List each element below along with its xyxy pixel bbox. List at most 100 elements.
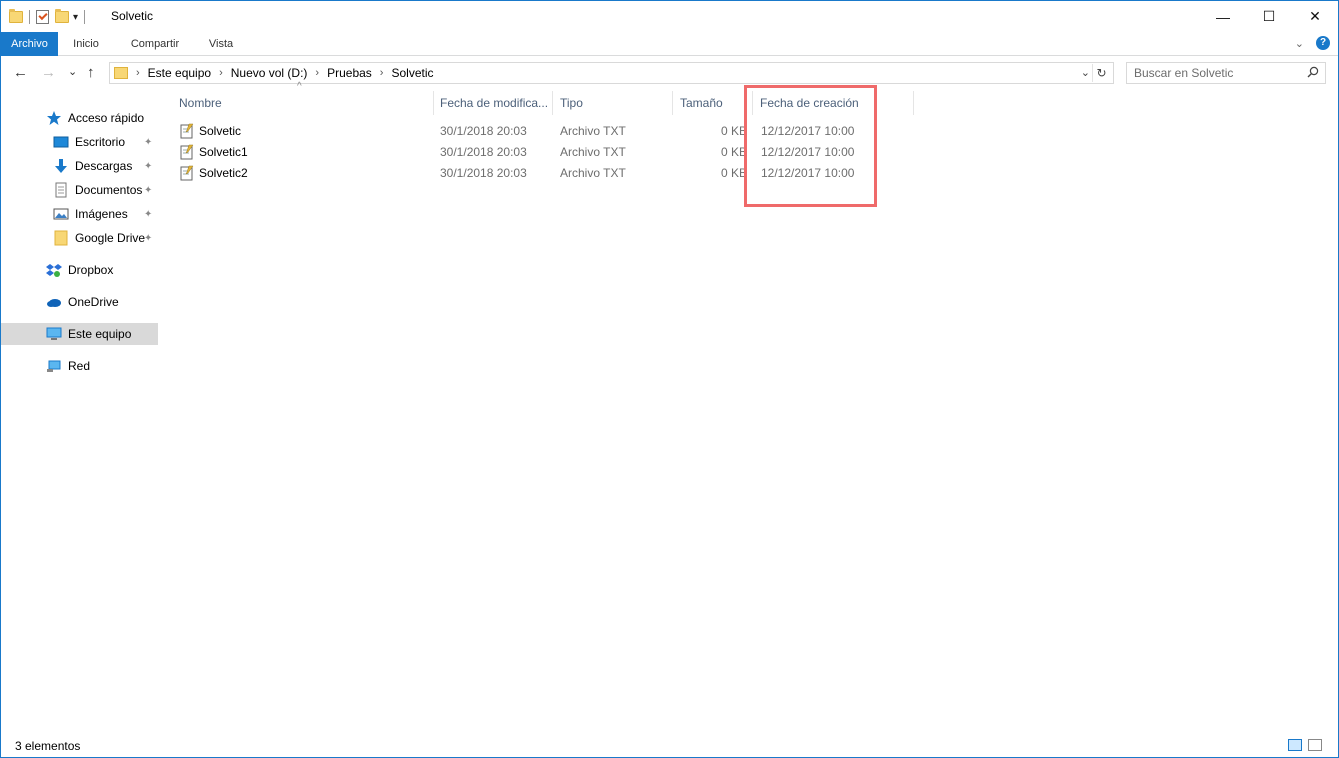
network-icon: [47, 360, 61, 372]
minimize-button[interactable]: —: [1200, 1, 1246, 32]
refresh-button[interactable]: ↻: [1092, 64, 1110, 82]
navigation-pane: Acceso rápido Escritorio ✦ Descargas ✦ D…: [1, 101, 159, 731]
up-button[interactable]: ↑: [87, 64, 95, 81]
sidebar-item-label: Red: [68, 359, 91, 373]
tab-compartir[interactable]: Compartir: [119, 32, 191, 56]
forward-button[interactable]: →: [41, 64, 56, 81]
close-button[interactable]: ✕: [1292, 1, 1338, 32]
file-type: Archivo TXT: [560, 145, 626, 159]
folder-icon: [9, 9, 23, 23]
sidebar-item-label: Google Drive: [75, 231, 146, 245]
download-icon: [55, 159, 67, 173]
sidebar-item-este-equipo[interactable]: Este equipo: [1, 323, 158, 345]
annotation-highlight-box: [744, 85, 877, 207]
address-history-icon[interactable]: ⌄: [1081, 66, 1090, 79]
tab-vista[interactable]: Vista: [197, 32, 245, 56]
sidebar-item-label: Documentos: [75, 183, 143, 197]
pin-icon[interactable]: ✦: [144, 185, 152, 196]
file-modified: 30/1/2018 20:03: [440, 166, 527, 180]
breadcrumb-este-equipo[interactable]: Este equipo: [148, 66, 211, 80]
breadcrumb-separator[interactable]: ›: [219, 67, 223, 79]
sidebar-item-dropbox[interactable]: Dropbox: [46, 259, 113, 281]
sidebar-item-label: Imágenes: [75, 207, 128, 221]
large-icons-view-icon[interactable]: [1308, 739, 1322, 751]
pin-icon[interactable]: ✦: [144, 233, 152, 244]
sidebar-item-label: Dropbox: [68, 263, 114, 277]
breadcrumb-solvetic[interactable]: Solvetic: [391, 66, 433, 80]
breadcrumb-pruebas[interactable]: Pruebas: [327, 66, 372, 80]
window-controls: — ☐ ✕: [1200, 1, 1338, 32]
tab-archivo[interactable]: Archivo: [1, 32, 58, 56]
status-item-count: 3 elementos: [15, 739, 81, 753]
pin-icon[interactable]: ✦: [144, 161, 152, 172]
sidebar-item-acceso-rapido[interactable]: Acceso rápido: [46, 107, 144, 129]
folder-icon: [54, 230, 68, 246]
properties-icon[interactable]: [36, 10, 49, 24]
details-view-icon[interactable]: [1288, 739, 1302, 751]
view-switcher: [1288, 739, 1322, 751]
sidebar-item-descargas[interactable]: Descargas ✦: [53, 155, 159, 177]
sidebar-item-label: Descargas: [75, 159, 133, 173]
text-file-icon: [180, 165, 194, 181]
file-size: 0 KB: [720, 145, 747, 159]
title-bar: ▾ Solvetic — ☐ ✕: [1, 1, 1338, 32]
column-header-modified[interactable]: Fecha de modifica...: [432, 89, 552, 117]
folder-icon: [114, 67, 128, 79]
toolbar-divider: [84, 10, 86, 24]
explorer-window: ▾ Solvetic — ☐ ✕ Archivo Inicio Comparti…: [0, 0, 1339, 758]
ribbon-tabs: Archivo Inicio Compartir Vista ⌄ ?: [1, 32, 1338, 56]
help-icon[interactable]: ?: [1316, 36, 1330, 50]
file-type: Archivo TXT: [560, 166, 626, 180]
file-size: 0 KB: [720, 124, 747, 138]
toolbar-divider: [29, 10, 30, 24]
tab-inicio[interactable]: Inicio: [61, 32, 111, 56]
pin-icon[interactable]: ✦: [144, 209, 152, 220]
pictures-icon: [53, 208, 69, 220]
sidebar-item-label: OneDrive: [68, 295, 119, 309]
ribbon-controls: ⌄ ?: [1295, 36, 1330, 50]
file-size: 0 KB: [720, 166, 747, 180]
search-input[interactable]: [1127, 63, 1302, 83]
sidebar-item-red[interactable]: Red: [46, 355, 90, 377]
sidebar-item-label: Acceso rápido: [68, 111, 145, 125]
document-icon: [55, 182, 67, 198]
quick-access-toolbar: ▾: [9, 7, 86, 27]
breadcrumb-separator[interactable]: ›: [380, 67, 384, 79]
maximize-button[interactable]: ☐: [1246, 1, 1292, 32]
desktop-icon: [53, 136, 69, 148]
breadcrumb-separator[interactable]: ›: [136, 67, 140, 79]
file-name: Solvetic: [199, 124, 242, 138]
sidebar-item-imagenes[interactable]: Imágenes ✦: [53, 203, 159, 225]
search-box[interactable]: [1126, 62, 1326, 84]
dropbox-icon: [46, 264, 62, 277]
computer-icon: [46, 327, 62, 340]
breadcrumb: › Este equipo › Nuevo vol (D:) › Pruebas…: [136, 66, 434, 80]
breadcrumb-nuevo-vol[interactable]: Nuevo vol (D:): [231, 66, 308, 80]
pin-icon[interactable]: ✦: [144, 137, 152, 148]
address-bar[interactable]: › Este equipo › Nuevo vol (D:) › Pruebas…: [109, 62, 1114, 84]
file-name: Solvetic2: [199, 166, 248, 180]
file-modified: 30/1/2018 20:03: [440, 124, 527, 138]
customize-toolbar-icon[interactable]: ▾: [73, 12, 78, 23]
sidebar-item-escritorio[interactable]: Escritorio ✦: [53, 131, 159, 153]
column-header-type[interactable]: Tipo: [552, 89, 672, 117]
breadcrumb-separator[interactable]: ›: [315, 67, 319, 79]
text-file-icon: [180, 144, 194, 160]
sidebar-item-onedrive[interactable]: OneDrive: [46, 291, 119, 313]
sidebar-item-documentos[interactable]: Documentos ✦: [53, 179, 159, 201]
column-header-name[interactable]: Nombre: [171, 89, 433, 117]
search-icon[interactable]: [1307, 66, 1319, 78]
expand-ribbon-icon[interactable]: ⌄: [1295, 37, 1304, 50]
file-name: Solvetic1: [199, 145, 248, 159]
column-divider[interactable]: [913, 91, 914, 115]
window-title: Solvetic: [111, 9, 154, 23]
cloud-icon: [47, 299, 61, 307]
file-modified: 30/1/2018 20:03: [440, 145, 527, 159]
sidebar-item-google-drive[interactable]: Google Drive ✦: [53, 227, 159, 249]
new-folder-icon[interactable]: [55, 9, 69, 23]
address-row: ← → ⌄ ↑ › Este equipo › Nuevo vol (D:) ›…: [1, 57, 1338, 89]
column-header-size[interactable]: Tamaño: [672, 89, 752, 117]
back-button[interactable]: ←: [13, 64, 28, 81]
recent-locations-button[interactable]: ⌄: [68, 65, 77, 78]
file-type: Archivo TXT: [560, 124, 626, 138]
